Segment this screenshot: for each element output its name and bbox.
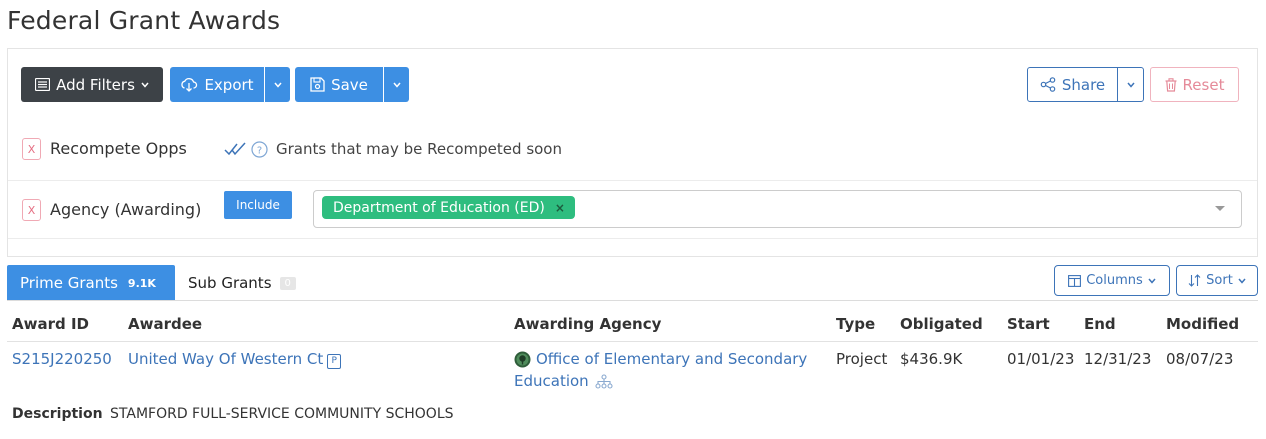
- column-header-modified[interactable]: Modified: [1166, 315, 1239, 333]
- sort-label: Sort: [1206, 273, 1233, 288]
- recompete-filter-note: Grants that may be Recompeted soon: [276, 140, 562, 158]
- caret-down-icon: [141, 82, 149, 88]
- export-label: Export: [204, 75, 254, 94]
- page-title: Federal Grant Awards: [7, 6, 281, 35]
- filter-panel: Add Filters Export Save Share Reset X Re…: [7, 48, 1258, 257]
- export-button[interactable]: Export: [170, 67, 264, 102]
- selected-agency-tag: Department of Education (ED) ×: [322, 196, 575, 219]
- description-text: STAMFORD FULL-SERVICE COMMUNITY SCHOOLS: [110, 406, 454, 422]
- awardee-link[interactable]: United Way Of Western Ct: [128, 350, 323, 368]
- sort-button[interactable]: Sort: [1176, 265, 1258, 296]
- share-icon: [1040, 77, 1056, 92]
- tab-count-badge: 0: [279, 276, 296, 290]
- table-header-divider: [7, 341, 1258, 342]
- remove-recompete-filter-button[interactable]: X: [22, 138, 41, 160]
- save-dropdown-toggle[interactable]: [384, 67, 409, 102]
- columns-button[interactable]: Columns: [1054, 265, 1170, 296]
- list-icon: [35, 78, 51, 91]
- filter-row-divider: [8, 238, 1257, 239]
- column-header-obligated[interactable]: Obligated: [900, 315, 983, 333]
- recompete-filter-label: Recompete Opps: [50, 139, 187, 158]
- awardee-cell: United Way Of Western Ct P: [128, 350, 342, 369]
- description-label: Description: [12, 406, 103, 422]
- column-header-award-id[interactable]: Award ID: [12, 315, 89, 333]
- tabs-divider: [7, 300, 1258, 301]
- description-row: Description STAMFORD FULL-SERVICE COMMUN…: [12, 406, 454, 422]
- cloud-download-icon: [180, 77, 198, 92]
- modified-date-cell: 08/07/23: [1166, 350, 1234, 368]
- include-toggle[interactable]: Include: [224, 191, 292, 219]
- caret-down-icon: [1126, 82, 1135, 88]
- sort-icon: [1188, 274, 1201, 287]
- save-button[interactable]: Save: [295, 67, 383, 102]
- awarding-agency-link-line2[interactable]: Education: [514, 372, 589, 390]
- tab-label: Sub Grants: [188, 274, 272, 292]
- remove-tag-button[interactable]: ×: [555, 201, 565, 215]
- add-filters-label: Add Filters: [56, 75, 135, 94]
- type-cell: Project: [836, 350, 888, 368]
- column-header-end[interactable]: End: [1084, 315, 1116, 333]
- columns-label: Columns: [1086, 273, 1143, 288]
- floppy-disk-icon: [310, 77, 325, 92]
- remove-agency-filter-button[interactable]: X: [22, 199, 41, 221]
- share-button[interactable]: Share: [1027, 67, 1118, 102]
- share-dropdown-toggle[interactable]: [1117, 67, 1144, 102]
- reset-label: Reset: [1182, 75, 1225, 94]
- question-circle-icon[interactable]: ?: [251, 141, 268, 158]
- column-header-awardee[interactable]: Awardee: [128, 315, 202, 333]
- caret-down-icon: [392, 82, 401, 88]
- award-id-link[interactable]: S215J220250: [12, 350, 112, 368]
- reset-button[interactable]: Reset: [1150, 67, 1239, 102]
- tab-sub-grants[interactable]: Sub Grants 0: [188, 265, 296, 301]
- filter-row-divider: [8, 180, 1257, 181]
- column-header-start[interactable]: Start: [1007, 315, 1050, 333]
- agency-select[interactable]: Department of Education (ED) ×: [313, 190, 1242, 228]
- save-label: Save: [331, 75, 368, 94]
- column-header-type[interactable]: Type: [836, 315, 875, 333]
- share-label: Share: [1061, 75, 1106, 94]
- add-filters-button[interactable]: Add Filters: [21, 67, 163, 102]
- tab-count-badge: 9.1K: [127, 276, 156, 290]
- obligated-cell: $436.9K: [900, 350, 963, 368]
- parent-badge: P: [327, 353, 342, 369]
- selected-agency-label: Department of Education (ED): [333, 199, 545, 216]
- caret-down-icon: [1238, 278, 1246, 284]
- end-date-cell: 12/31/23: [1084, 350, 1152, 368]
- column-header-awarding-agency[interactable]: Awarding Agency: [514, 315, 661, 333]
- awarding-agency-link[interactable]: Office of Elementary and Secondary: [536, 350, 807, 368]
- trash-icon: [1165, 77, 1177, 92]
- agency-filter-label: Agency (Awarding): [50, 200, 202, 219]
- svg-text:?: ?: [257, 146, 262, 157]
- tab-prime-grants[interactable]: Prime Grants 9.1K: [7, 265, 175, 301]
- tab-label: Prime Grants: [20, 274, 118, 292]
- caret-down-icon: [273, 82, 282, 88]
- hierarchy-icon[interactable]: [595, 374, 614, 389]
- awarding-agency-line2-cell: Education: [514, 372, 614, 390]
- caret-down-icon: [1148, 278, 1156, 284]
- start-date-cell: 01/01/23: [1007, 350, 1075, 368]
- double-check-icon: [224, 142, 247, 156]
- agency-seal-icon: [514, 351, 531, 368]
- select-caret-icon[interactable]: [1215, 206, 1225, 211]
- columns-icon: [1068, 274, 1082, 287]
- export-dropdown-toggle[interactable]: [265, 67, 290, 102]
